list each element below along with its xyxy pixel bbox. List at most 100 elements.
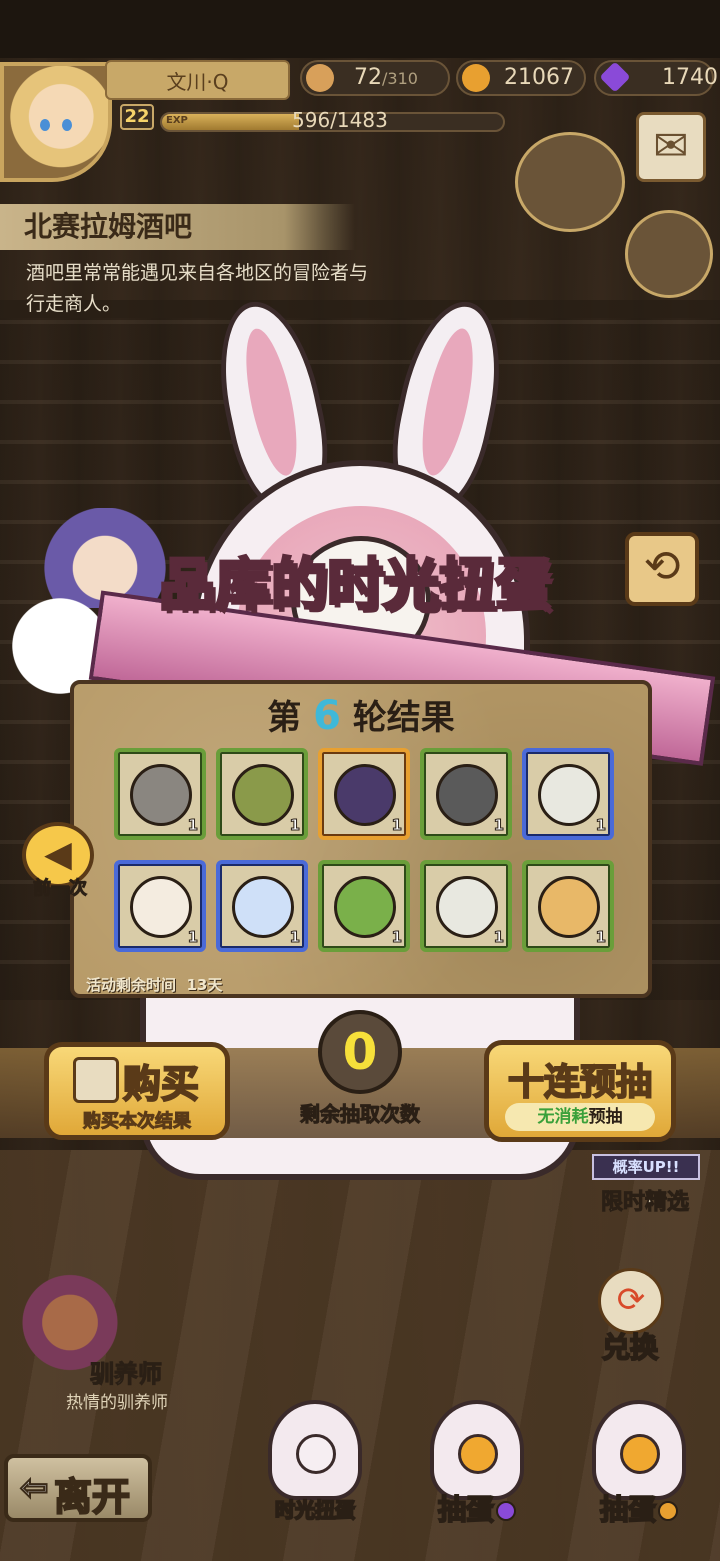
draws-label: 剩余抽取次数: [300, 1102, 421, 1127]
item-art: [538, 876, 600, 938]
stamina-counter[interactable]: 72/310: [300, 60, 450, 96]
gem-gacha-tab[interactable]: 抽蛋: [412, 1400, 542, 1530]
gem-gacha-label: 抽蛋: [412, 1488, 542, 1528]
gold-gacha-tab[interactable]: 抽蛋: [574, 1400, 704, 1530]
tamer-npc[interactable]: 驯养师 热情的驯养师: [0, 1262, 200, 1413]
item-quantity: 1: [493, 816, 504, 835]
player-avatar[interactable]: [0, 62, 112, 182]
previous-result-button[interactable]: ◀ 前一次: [22, 822, 94, 902]
leave-button[interactable]: ⇦ 离开: [4, 1454, 152, 1522]
player-name[interactable]: 文川·Q: [105, 60, 290, 100]
buy-title: 购买: [122, 1061, 200, 1107]
round-number: 6: [313, 693, 341, 739]
spotted-egg-item-2[interactable]: 1: [420, 860, 512, 952]
item-art: [232, 764, 294, 826]
mail-icon[interactable]: ✉: [636, 112, 706, 182]
item-quantity: 1: [289, 928, 300, 947]
stamina-value: 72: [354, 65, 382, 90]
banner-title: 品库的时光扭蛋: [95, 540, 615, 621]
results-panel: 第 6 轮结果 1 1 1 1 1 1 1 1 1 1 活动剩余时间 13天: [70, 680, 652, 998]
item-quantity: 1: [493, 928, 504, 947]
round-suffix: 轮结果: [352, 698, 455, 738]
item-art: [334, 876, 396, 938]
banner-title-highlight: 时光: [326, 552, 441, 620]
timer-label: 活动剩余时间: [86, 976, 177, 994]
buy-subtitle: 购买本次结果: [83, 1111, 192, 1133]
limited-selection-button[interactable]: 概率UP!! 限时精选: [580, 1150, 710, 1222]
tamer-subtitle: 热情的驯养师: [66, 1393, 168, 1413]
leave-label: 离开: [53, 1474, 131, 1520]
exp-label: EXP: [166, 115, 188, 126]
ten-draw-subtitle: 无消耗预抽: [505, 1103, 655, 1131]
back-arrow-icon: ⇦: [19, 1467, 49, 1509]
gray-hair-item[interactable]: 1: [114, 748, 206, 840]
return-button[interactable]: ⟲: [625, 532, 699, 606]
avatar-eyes: [34, 116, 78, 131]
previous-label: 前一次: [33, 878, 88, 900]
location-title: 北赛拉姆酒吧: [0, 204, 355, 250]
exp-text: 596/1483: [292, 108, 388, 132]
gold-gacha-text: 抽蛋: [599, 1492, 657, 1527]
item-art: [436, 876, 498, 938]
gold-coin-icon: [658, 1501, 678, 1521]
free-label: 无消耗: [537, 1107, 589, 1127]
round-title: 第 6 轮结果: [74, 690, 648, 739]
item-quantity: 1: [391, 816, 402, 835]
rate-up-badge: 概率UP!!: [592, 1154, 700, 1180]
item-art: [334, 764, 396, 826]
item-quantity: 1: [187, 928, 198, 947]
fluffy-egg-item[interactable]: 1: [114, 860, 206, 952]
cactus-item[interactable]: 1: [318, 860, 410, 952]
ten-draw-title: 十连预抽: [507, 1061, 653, 1104]
result-grid: 1 1 1 1 1 1 1 1 1 1: [114, 748, 614, 952]
player-level: 22: [120, 104, 154, 130]
cloud-mount-item[interactable]: 1: [216, 860, 308, 952]
gold-gacha-label: 抽蛋: [574, 1488, 704, 1528]
gem-value: 1740: [662, 65, 718, 90]
banner-title-part1: 品库的: [158, 552, 329, 620]
gray-hat-item[interactable]: 1: [420, 748, 512, 840]
golden-egg-item[interactable]: 1: [522, 860, 614, 952]
purple-gem-icon: [599, 61, 631, 93]
exchange-button[interactable]: ⟳ 兑换: [570, 1268, 690, 1368]
event-banner: 品库的时光扭蛋: [88, 530, 716, 766]
clock-gacha-icon: [268, 1400, 362, 1500]
time-gacha-tab[interactable]: 时光扭蛋: [250, 1400, 380, 1530]
character-card-icon: [73, 1057, 119, 1103]
item-art: [130, 764, 192, 826]
gem-gacha-text: 抽蛋: [437, 1492, 495, 1527]
status-bar: [0, 0, 720, 58]
draws-count: 0: [318, 1010, 402, 1094]
quest-scroll-button[interactable]: [515, 132, 625, 232]
exchange-icon: ⟳: [598, 1268, 664, 1334]
ten-preview-draw-button[interactable]: 十连预抽 无消耗预抽: [484, 1040, 676, 1142]
tamer-name: 驯养师: [90, 1360, 163, 1389]
banner-title-part2: 扭蛋: [438, 552, 553, 620]
purple-gem-icon: [496, 1501, 516, 1521]
green-egg-item[interactable]: 1: [216, 748, 308, 840]
timer-value: 13天: [186, 976, 223, 994]
exchange-label: 兑换: [601, 1330, 659, 1365]
item-quantity: 1: [595, 816, 606, 835]
stamina-max: /310: [382, 69, 418, 88]
dark-character-item[interactable]: 1: [318, 748, 410, 840]
item-art: [436, 764, 498, 826]
spotted-egg-item[interactable]: 1: [522, 748, 614, 840]
gold-counter[interactable]: 21067: [456, 60, 586, 96]
buy-result-button[interactable]: 购买 购买本次结果: [44, 1042, 230, 1140]
round-prefix: 第: [267, 698, 302, 738]
gold-coin-icon: [462, 64, 490, 92]
bread-icon: [306, 64, 334, 92]
gem-counter[interactable]: 1740: [594, 60, 718, 96]
item-quantity: 1: [187, 816, 198, 835]
item-art: [130, 876, 192, 938]
item-quantity: 1: [391, 928, 402, 947]
gacha-machine-icon: [592, 1400, 686, 1500]
gacha-machine-icon: [430, 1400, 524, 1500]
limited-selection-label: 限时精选: [600, 1190, 689, 1216]
item-quantity: 1: [289, 816, 300, 835]
gold-value: 21067: [504, 65, 574, 90]
item-art: [232, 876, 294, 938]
time-gacha-label: 时光扭蛋: [274, 1497, 356, 1523]
backpack-button[interactable]: [625, 210, 713, 298]
